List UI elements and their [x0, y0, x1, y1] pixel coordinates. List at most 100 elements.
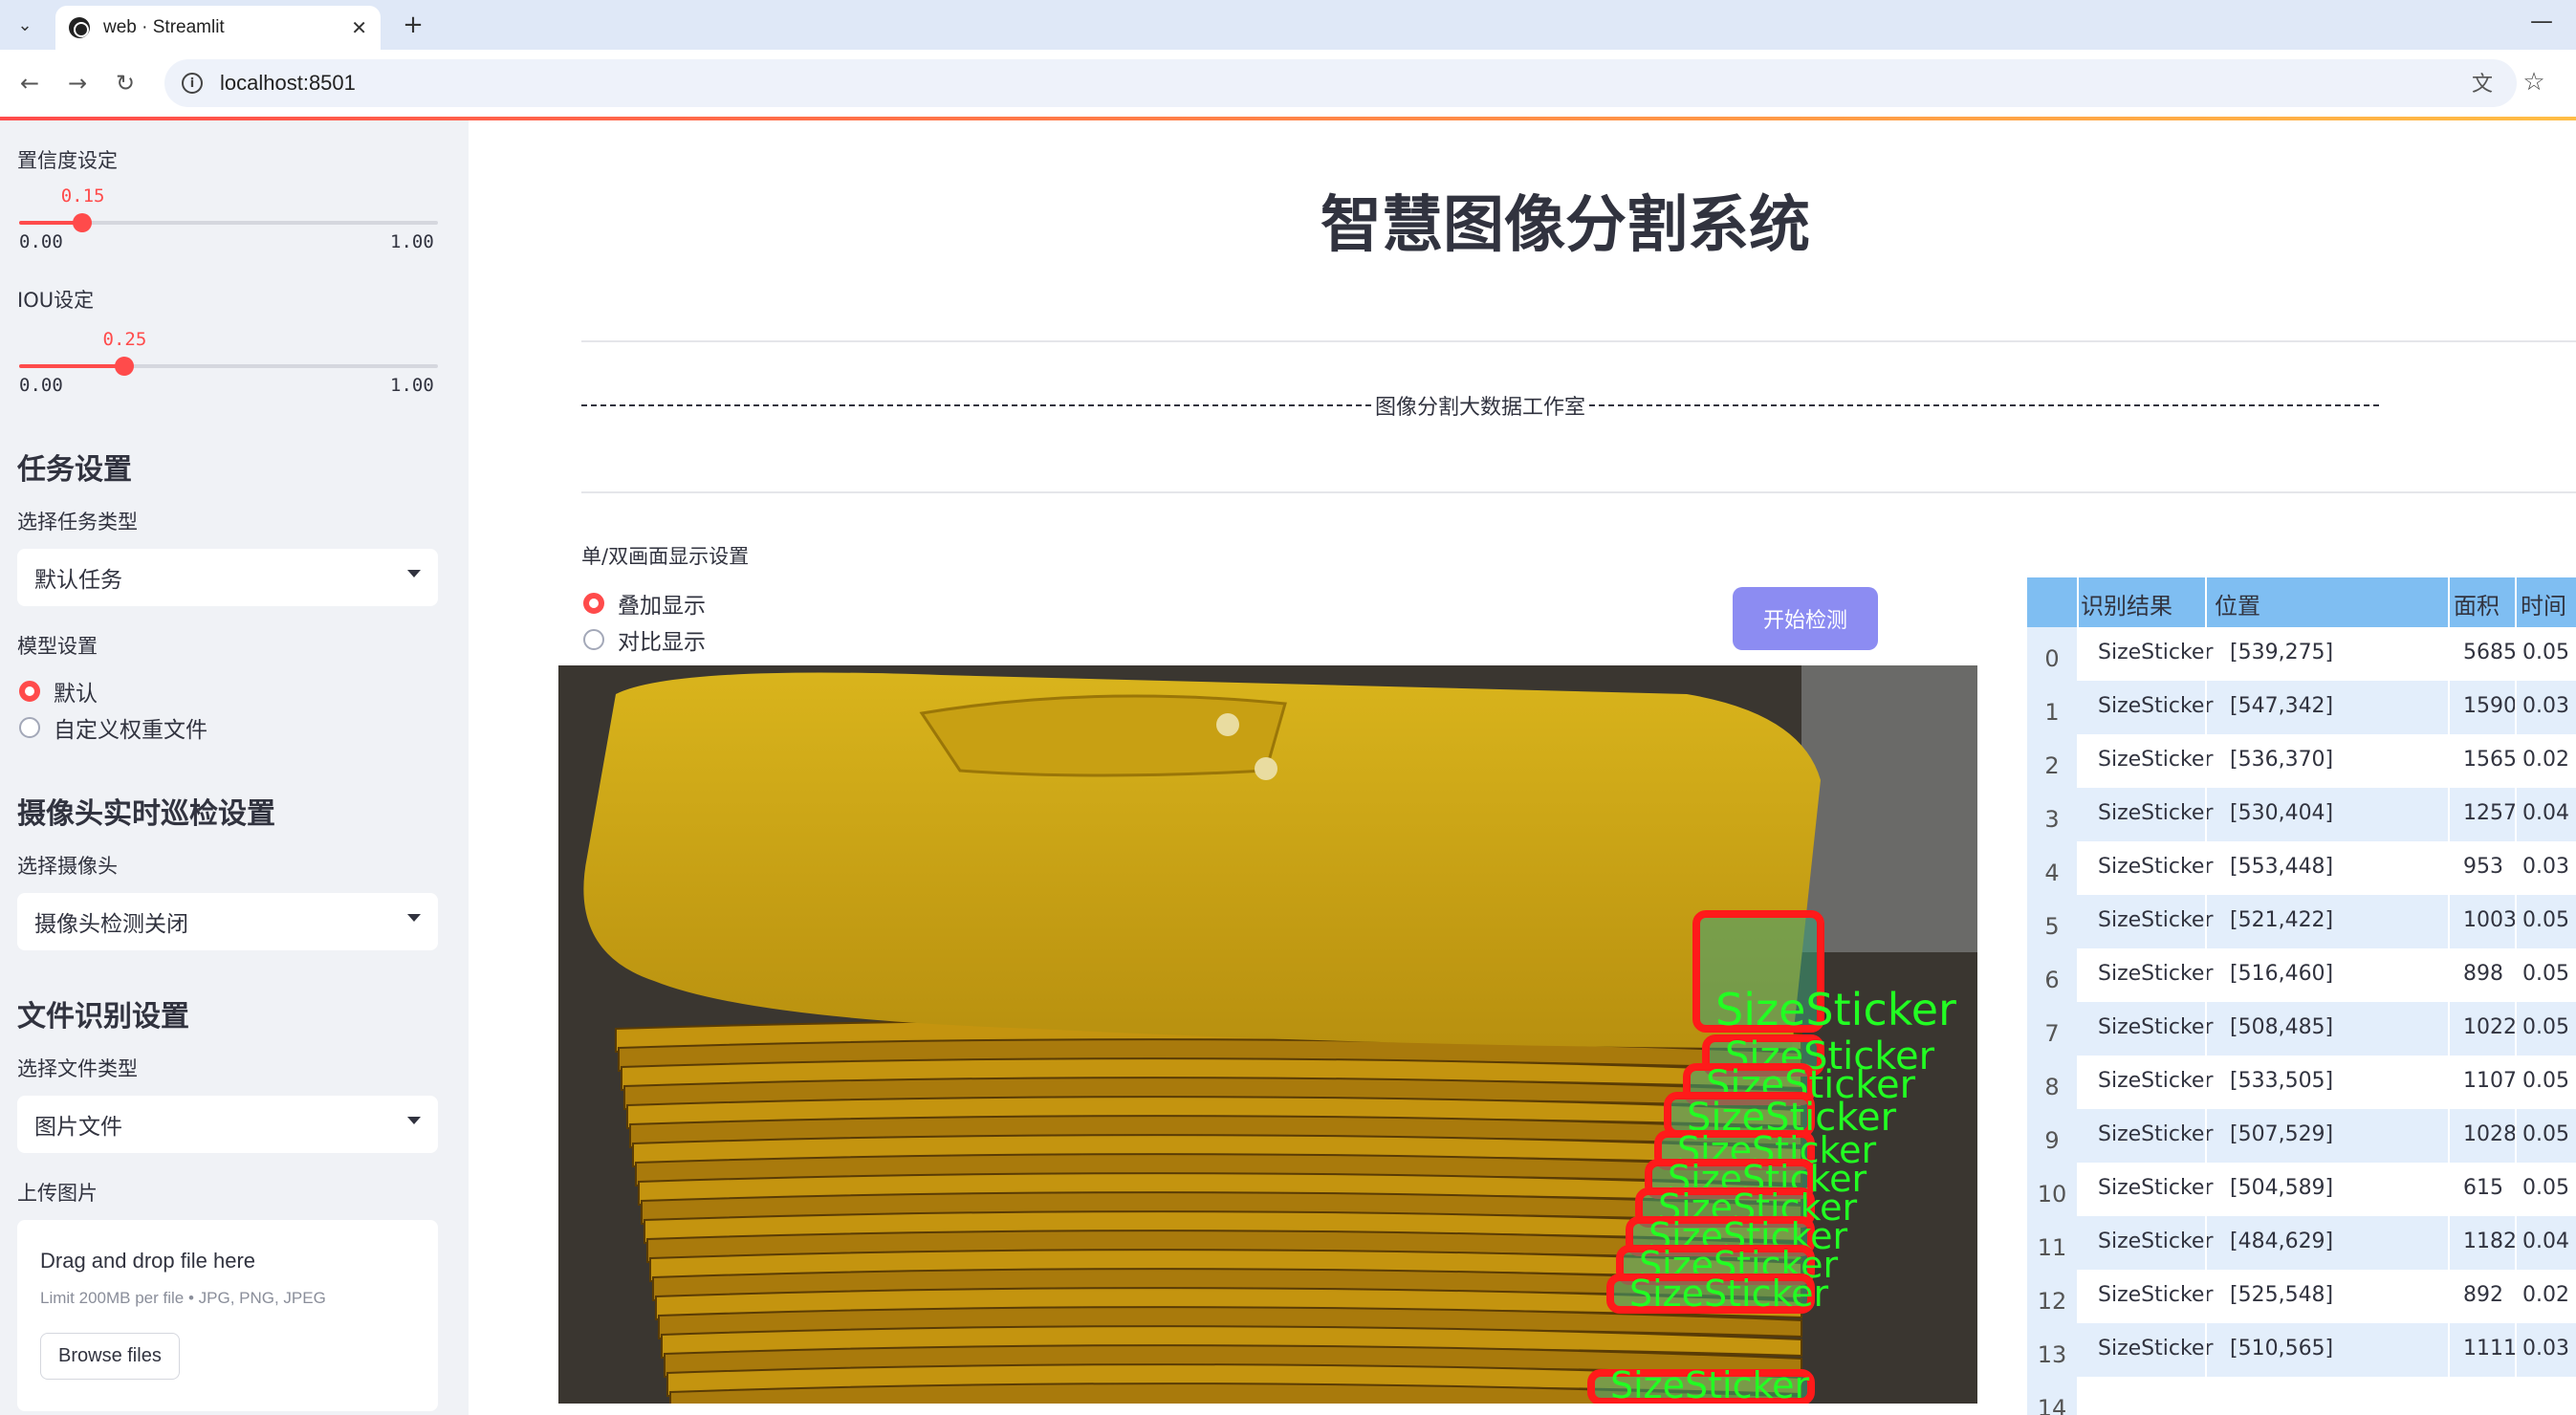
- cell-area: 892: [2463, 1283, 2503, 1307]
- results-table[interactable]: 识别结果 位置 面积 时间 0 SizeSticker [539,275] 5685 0…: [2027, 577, 2576, 1415]
- cell-position: [484,629]: [2230, 1230, 2334, 1253]
- table-row: 12 SizeSticker [525,548] 892 0.02: [2027, 1270, 2576, 1323]
- cell-position: [516,460]: [2230, 962, 2334, 986]
- header-area: 面积: [2454, 593, 2500, 620]
- cell-position: [525,548]: [2230, 1283, 2334, 1307]
- table-row: 0 SizeSticker [539,275] 5685 0.05: [2027, 627, 2576, 681]
- radio-unselected-icon[interactable]: [583, 629, 604, 650]
- mask-label-text: SizeSticker: [1715, 984, 1956, 1035]
- dropzone-title: Drag and drop file here: [40, 1249, 256, 1273]
- task-type-select[interactable]: 默认任务: [17, 549, 438, 606]
- url-text[interactable]: localhost:8501: [220, 71, 356, 96]
- cell-time: 0.02: [2522, 748, 2569, 772]
- cell-position: [508,485]: [2230, 1015, 2334, 1039]
- iou-value: 0.25: [102, 329, 147, 350]
- url-bar[interactable]: i localhost:8501: [164, 59, 2517, 107]
- display-option-overlay[interactable]: 叠加显示: [583, 587, 706, 620]
- task-settings-heading: 任务设置: [17, 453, 132, 487]
- cell-result: SizeSticker: [2098, 855, 2214, 879]
- cell-area: 5685: [2463, 641, 2517, 664]
- sidebar: 置信度设定 0.15 0.00 1.00 IOU设定 0.25 0.00 1.0…: [0, 120, 469, 1415]
- radio-selected-icon[interactable]: [19, 681, 40, 702]
- table-row: 14: [2027, 1377, 2576, 1415]
- display-option-label: 叠加显示: [618, 594, 706, 619]
- header-position: 位置: [2215, 593, 2260, 620]
- cell-area: 1028: [2463, 1122, 2517, 1146]
- cell-area: 1565: [2463, 748, 2517, 772]
- cell-position: [530,404]: [2230, 801, 2334, 825]
- translate-icon[interactable]: 文: [2465, 65, 2500, 99]
- shirt-stack-illustration: SizeStickerSizeStickerSizeStickerSizeSti…: [558, 665, 1977, 1404]
- cell-result: SizeSticker: [2098, 801, 2214, 825]
- file-type-value: 图片文件: [34, 1115, 122, 1140]
- cell-area: 1590: [2463, 694, 2517, 718]
- chevron-down-icon: [407, 1117, 421, 1124]
- tab-close-icon[interactable]: ✕: [351, 16, 367, 39]
- display-option-compare[interactable]: 对比显示: [583, 623, 706, 656]
- forward-arrow-icon[interactable]: →: [59, 65, 96, 101]
- cell-time: 0.03: [2522, 855, 2569, 879]
- streamlit-favicon-icon: [69, 17, 90, 38]
- cell-area: 1111: [2463, 1337, 2517, 1361]
- header-result: 识别结果: [2081, 593, 2172, 620]
- site-info-icon[interactable]: i: [182, 73, 203, 94]
- model-option-default[interactable]: 默认: [19, 675, 98, 708]
- cell-result: SizeSticker: [2098, 1122, 2214, 1146]
- divider-caption: 图像分割大数据工作室: [1375, 396, 1586, 420]
- cell-time: 0.05: [2522, 1015, 2569, 1039]
- cell-position: [533,505]: [2230, 1069, 2334, 1093]
- column-separator: [2077, 577, 2079, 627]
- table-row: 3 SizeSticker [530,404] 1257 0.04: [2027, 788, 2576, 841]
- mask-label-text: SizeSticker: [1629, 1273, 1829, 1315]
- row-index: 9: [2027, 1109, 2077, 1163]
- row-index: 6: [2027, 948, 2077, 1002]
- radio-unselected-icon[interactable]: [19, 717, 40, 738]
- radio-selected-icon[interactable]: [583, 593, 604, 614]
- confidence-value: 0.15: [60, 185, 105, 207]
- cell-time: 0.03: [2522, 1337, 2569, 1361]
- cell-area: 1257: [2463, 801, 2517, 825]
- row-index: 5: [2027, 895, 2077, 948]
- back-arrow-icon[interactable]: ←: [11, 65, 48, 101]
- reload-icon[interactable]: ↻: [107, 65, 143, 101]
- divider-line: [581, 491, 2576, 493]
- column-separator: [2448, 627, 2450, 1415]
- table-row: 7 SizeSticker [508,485] 1022 0.05: [2027, 1002, 2576, 1056]
- cell-area: 615: [2463, 1176, 2503, 1200]
- file-type-select[interactable]: 图片文件: [17, 1096, 438, 1153]
- file-dropzone[interactable]: Drag and drop file here Limit 200MB per …: [17, 1220, 438, 1411]
- browser-addressbar: ← → ↻ i localhost:8501 文 ☆: [0, 50, 2576, 117]
- cell-result: SizeSticker: [2098, 748, 2214, 772]
- table-row: 1 SizeSticker [547,342] 1590 0.03: [2027, 681, 2576, 734]
- dropzone-hint: Limit 200MB per file • JPG, PNG, JPEG: [40, 1289, 326, 1307]
- model-settings-label: 模型设置: [17, 635, 98, 658]
- row-index: 8: [2027, 1056, 2077, 1109]
- cell-result: SizeSticker: [2098, 1337, 2214, 1361]
- iou-slider[interactable]: [19, 357, 438, 376]
- browser-tab[interactable]: web · Streamlit ✕: [55, 6, 381, 50]
- new-tab-icon[interactable]: +: [396, 8, 430, 42]
- cell-time: 0.05: [2522, 1122, 2569, 1146]
- confidence-slider[interactable]: [19, 213, 438, 232]
- bookmark-star-icon[interactable]: ☆: [2517, 65, 2551, 99]
- cell-result: SizeSticker: [2098, 1283, 2214, 1307]
- iou-max: 1.00: [390, 375, 434, 396]
- model-option-custom[interactable]: 自定义权重文件: [19, 711, 207, 744]
- confidence-slider-thumb[interactable]: [72, 213, 92, 232]
- file-type-label: 选择文件类型: [17, 1057, 138, 1080]
- table-row: 8 SizeSticker [533,505] 1107 0.05: [2027, 1056, 2576, 1109]
- task-type-value: 默认任务: [34, 568, 122, 593]
- chevron-down-icon: [407, 570, 421, 577]
- confidence-min: 0.00: [19, 231, 63, 252]
- row-index: 7: [2027, 1002, 2077, 1056]
- camera-select[interactable]: 摄像头检测关闭: [17, 893, 438, 950]
- cell-area: 1182: [2463, 1230, 2517, 1253]
- iou-min: 0.00: [19, 375, 63, 396]
- start-detection-button[interactable]: 开始检测: [1733, 587, 1878, 650]
- browse-files-button[interactable]: Browse files: [40, 1333, 180, 1380]
- window-minimize-icon[interactable]: —: [2530, 8, 2553, 34]
- cell-position: [507,529]: [2230, 1122, 2334, 1146]
- iou-slider-thumb[interactable]: [114, 357, 134, 376]
- confidence-label: 置信度设定: [17, 149, 118, 172]
- tab-list-chevron-icon[interactable]: ⌄: [8, 8, 42, 42]
